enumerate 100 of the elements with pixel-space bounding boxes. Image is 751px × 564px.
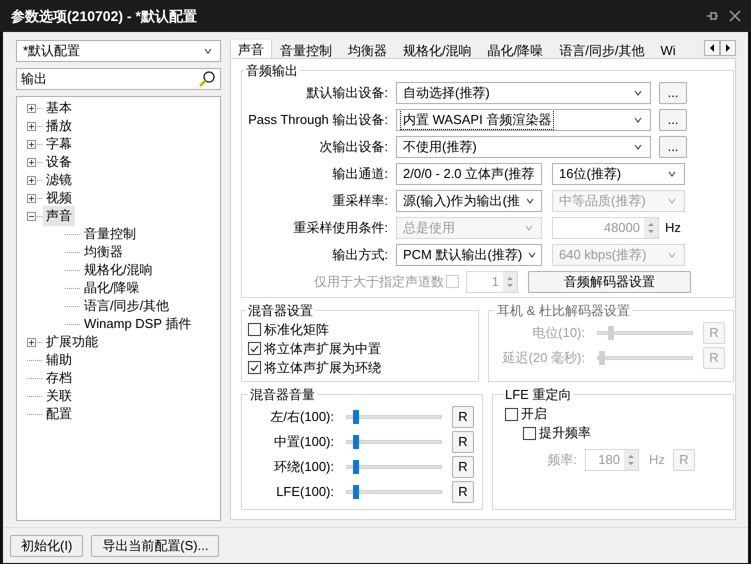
tree-item[interactable]: 滤镜 — [43, 170, 75, 190]
dropdown[interactable]: *默认配置 — [16, 40, 221, 62]
tab[interactable]: 均衡器 — [340, 40, 395, 58]
dropdown[interactable]: 不使用(推荐) — [396, 136, 651, 158]
slider-label: 中置(100): — [273, 433, 335, 452]
tree-item[interactable]: 语言/同步/其他 — [81, 296, 172, 316]
unit-label: Hz — [649, 450, 666, 469]
reset-button[interactable]: R — [452, 431, 474, 453]
reset-button[interactable]: ... — [659, 108, 687, 130]
expand-icon[interactable] — [26, 194, 36, 202]
tree-item[interactable]: 关联 — [43, 386, 75, 406]
reset-button[interactable]: R — [452, 406, 474, 428]
checkbox[interactable] — [248, 342, 261, 355]
footer-button[interactable]: 初始化(I) — [10, 534, 84, 556]
slider-track[interactable] — [346, 435, 442, 449]
tree-item[interactable]: 晶化/降噪 — [81, 278, 143, 298]
slider-track[interactable] — [346, 460, 442, 474]
slider-label: 电位(10): — [531, 324, 586, 342]
dropdown[interactable]: 2/0/0 - 2.0 立体声(推荐 — [396, 162, 542, 184]
group-title: LFE 重定向 — [504, 386, 572, 404]
field-label: 频率: — [546, 450, 578, 469]
tab[interactable]: Wi — [652, 40, 684, 58]
expand-icon[interactable] — [26, 158, 36, 166]
expand-icon[interactable] — [26, 140, 36, 148]
checkbox[interactable] — [523, 426, 536, 440]
expand-icon[interactable] — [26, 104, 36, 112]
slider-thumb[interactable] — [352, 410, 359, 424]
checkbox[interactable] — [248, 361, 261, 374]
chevron-down-icon — [668, 252, 676, 258]
tree-item[interactable]: 基本 — [43, 98, 75, 118]
tab[interactable]: 音量控制 — [272, 40, 340, 58]
collapse-icon[interactable] — [26, 212, 36, 220]
chevron-down-icon — [204, 48, 212, 54]
reset-button[interactable]: R — [452, 481, 474, 503]
chevron-down-icon — [525, 224, 533, 230]
expand-icon[interactable] — [26, 338, 36, 346]
search-icon[interactable] — [198, 70, 216, 88]
close-icon[interactable] — [729, 10, 741, 22]
checkbox-label: 将立体声扩展为中置 — [264, 340, 381, 358]
field-label: Pass Through 输出设备: — [247, 110, 389, 129]
tab[interactable]: 语言/同步/其他 — [551, 40, 652, 58]
tab[interactable]: 规格化/混响 — [395, 40, 480, 58]
checkmark-icon — [250, 364, 259, 372]
dropdown[interactable]: PCM 默认输出(推荐) — [396, 244, 542, 266]
checkbox-label: 将立体声扩展为环绕 — [264, 358, 381, 377]
tab[interactable]: 声音 — [230, 40, 272, 58]
field-label: 重采样率: — [331, 192, 389, 210]
scroll-left-icon[interactable] — [704, 40, 720, 56]
reset-button[interactable]: ... — [659, 136, 687, 158]
chevron-down-icon — [634, 116, 642, 122]
search-field[interactable]: 输出 — [16, 68, 221, 90]
checkbox-label: 标准化矩阵 — [264, 320, 329, 339]
chevron-down-icon — [634, 90, 642, 96]
slider-thumb[interactable] — [352, 435, 359, 449]
slider-label: 左/右(100): — [269, 408, 335, 426]
field-label: 输出通道: — [331, 164, 389, 183]
unit-label: Hz — [665, 218, 681, 237]
reset-button[interactable]: R — [452, 456, 474, 478]
expand-icon[interactable] — [26, 176, 36, 184]
field-label: 重采样使用条件: — [292, 218, 389, 237]
scroll-right-icon[interactable] — [720, 40, 736, 56]
dropdown[interactable]: 16位(推荐) — [552, 162, 685, 184]
tree-item[interactable]: 存档 — [43, 368, 75, 388]
tree-item[interactable]: Winamp DSP 插件 — [81, 314, 194, 334]
tree-item[interactable]: 辅助 — [43, 350, 75, 370]
checkbox-label: 开启 — [521, 405, 547, 424]
footer-button[interactable]: 导出当前配置(S)... — [91, 534, 220, 556]
dropdown[interactable]: 自动选择(推荐) — [396, 82, 651, 104]
tree-item[interactable]: 播放 — [43, 116, 75, 136]
chevron-down-icon — [668, 170, 676, 176]
group-title: 混音器音量 — [249, 386, 316, 404]
pin-icon[interactable] — [705, 9, 719, 23]
slider-thumb[interactable] — [352, 460, 359, 474]
dropdown[interactable]: 内置 WASAPI 音频渲染器 — [396, 108, 651, 130]
chevron-down-icon — [668, 198, 676, 204]
dropdown[interactable]: 源(输入)作为输出(推 — [396, 190, 542, 212]
field-label: 默认输出设备: — [305, 84, 389, 102]
checkbox[interactable] — [505, 408, 518, 420]
checkbox[interactable] — [248, 323, 261, 336]
tree-item[interactable]: 字幕 — [43, 134, 75, 154]
slider-thumb[interactable] — [352, 485, 359, 499]
tab[interactable]: 晶化/降噪 — [480, 40, 552, 58]
window-title: 参数选项(210702) - *默认配置 — [11, 6, 198, 26]
checkbox-label: 仅用于大于指定声道数 — [314, 272, 444, 291]
slider-track[interactable] — [346, 485, 442, 499]
reset-button[interactable]: ... — [659, 82, 687, 104]
tree-item[interactable]: 设备 — [43, 152, 75, 172]
tree-item[interactable]: 扩展功能 — [43, 332, 101, 352]
tree-item[interactable]: 配置 — [43, 404, 75, 424]
slider-label: 环绕(100): — [273, 458, 335, 476]
slider-track[interactable] — [346, 410, 442, 424]
tree-item[interactable]: 均衡器 — [81, 242, 126, 262]
tree-item[interactable]: 声音 — [43, 206, 75, 226]
tree-item[interactable]: 规格化/混响 — [81, 260, 156, 280]
group-title: 音频输出 — [245, 62, 299, 80]
checkmark-icon — [250, 344, 259, 352]
expand-icon[interactable] — [26, 122, 36, 130]
tree-item[interactable]: 音量控制 — [81, 224, 139, 244]
tree-item[interactable]: 视频 — [43, 188, 75, 208]
checkbox-label: 提升频率 — [539, 424, 591, 442]
